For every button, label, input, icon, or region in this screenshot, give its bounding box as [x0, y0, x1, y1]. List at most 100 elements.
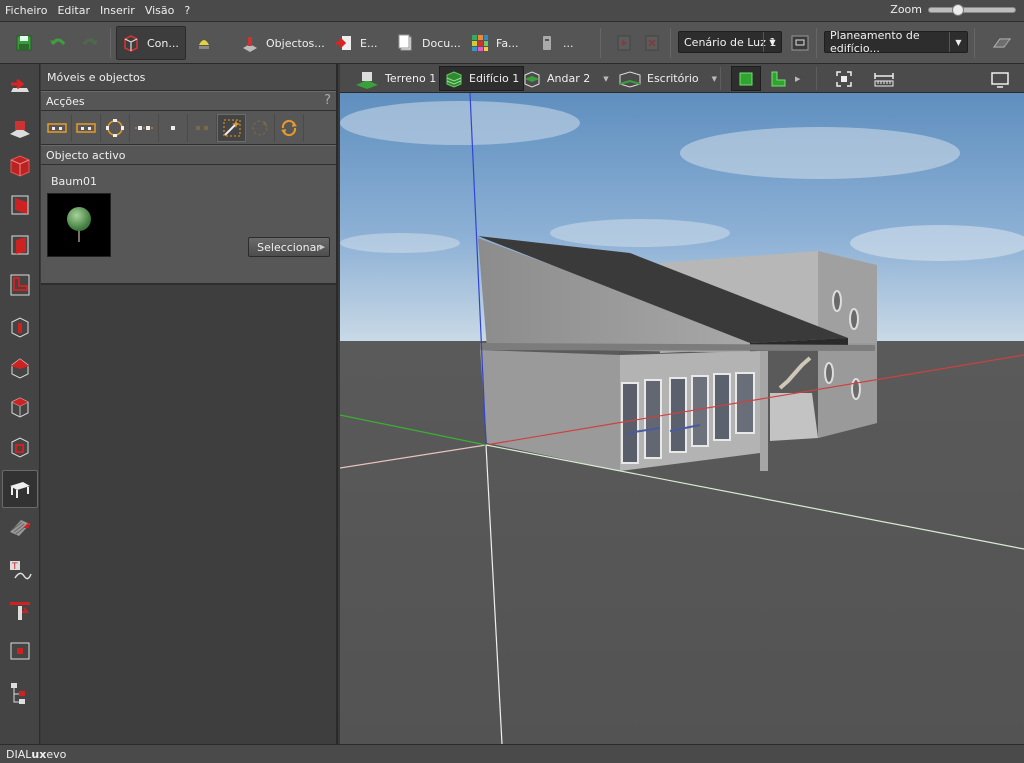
zoom-slider-knob[interactable] [952, 3, 964, 16]
menu-inserir[interactable]: Inserir [95, 4, 140, 17]
export-button[interactable]: E... [330, 26, 381, 60]
construction-cube-icon [124, 35, 138, 52]
light-button[interactable] [190, 26, 218, 60]
chevron-down-icon: ▼ [949, 32, 967, 52]
toolbar-separator [974, 28, 975, 58]
view-separator [720, 67, 721, 90]
luminaire-tool[interactable] [2, 592, 38, 630]
action-place-point[interactable] [159, 113, 188, 142]
action-place-array[interactable] [72, 113, 101, 142]
brand-logo: DIALuxevo [6, 747, 67, 761]
calculation-surface-tool[interactable] [2, 632, 38, 670]
furniture-tool[interactable] [2, 470, 38, 508]
tab-terrain[interactable]: Terreno 1 [350, 66, 440, 91]
ground-tool[interactable] [2, 108, 38, 146]
objects-button[interactable]: Objectos... [236, 26, 329, 60]
chevron-down-icon: ▼ [763, 32, 781, 52]
import-tool[interactable] [2, 68, 38, 106]
chevron-down-icon[interactable]: ▼ [712, 75, 717, 83]
storey-tool[interactable] [2, 308, 38, 346]
fit-screen-icon [836, 70, 852, 87]
construction-mode-button[interactable]: Con... [116, 26, 186, 60]
undo-button[interactable] [44, 26, 72, 60]
actions-toolbar [41, 111, 336, 145]
3d-viewport[interactable] [340, 93, 1024, 744]
terrain-icon [10, 121, 30, 138]
tree-icon [67, 207, 91, 242]
zoom-slider[interactable] [928, 3, 1016, 16]
toolbar-separator [816, 28, 817, 58]
panel-title: Móveis e objectos [41, 64, 336, 91]
action-place-disabled[interactable] [188, 113, 217, 142]
chevron-down-icon[interactable]: ▶ [795, 75, 800, 83]
cloud [680, 127, 960, 179]
text-label-tool[interactable]: T [2, 552, 38, 590]
zoom-control: Zoom [890, 3, 1016, 16]
export-icon [336, 36, 351, 50]
main-toolbar: Con... Objectos... E... Docu... Fa... ..… [0, 22, 1024, 64]
render-start-button[interactable] [610, 26, 638, 60]
material-tool[interactable] [2, 508, 38, 546]
action-rotate[interactable] [275, 113, 304, 142]
solid-view-toggle[interactable] [731, 66, 761, 91]
more-button[interactable]: ... [533, 26, 578, 60]
measure-button[interactable] [868, 66, 900, 91]
help-icon[interactable]: ? [324, 93, 331, 108]
furniture-icon [243, 37, 257, 52]
solid-cube-icon [739, 72, 753, 85]
save-button[interactable] [10, 26, 38, 60]
room-tool[interactable] [2, 266, 38, 304]
action-place-line[interactable] [130, 113, 159, 142]
cloud [850, 225, 1024, 261]
floor-plan-button[interactable] [988, 26, 1016, 60]
planning-mode-dropdown[interactable]: Planeamento de edifício... ▼ [824, 29, 968, 55]
facades-label: Fa... [496, 36, 519, 50]
object-thumbnail [47, 193, 111, 257]
roof-tool[interactable] [2, 348, 38, 386]
lamp-icon [199, 40, 209, 49]
chevron-down-icon[interactable]: ▼ [603, 75, 608, 83]
light-scene-settings-button[interactable] [786, 26, 814, 60]
select-button-label: Seleccionar [257, 240, 321, 254]
ceiling-tool[interactable] [2, 388, 38, 426]
color-grid-icon [472, 35, 488, 51]
documentation-button[interactable]: Docu... [392, 26, 465, 60]
cutout-tool[interactable] [2, 428, 38, 466]
facades-button[interactable]: Fa... [466, 26, 523, 60]
redo-button[interactable] [76, 26, 104, 60]
tab-building[interactable]: Edifício 1 [439, 66, 525, 91]
status-bar: DIALuxevo [0, 744, 1024, 763]
active-object-header-label: Objecto activo [46, 148, 126, 162]
fit-view-button[interactable] [830, 66, 858, 91]
scene-canvas[interactable] [340, 93, 1024, 744]
table-icon [10, 482, 30, 498]
support-column [760, 351, 768, 471]
terrain-label: Terreno 1 [385, 72, 437, 85]
svg-text:T: T [11, 562, 18, 572]
action-place-single[interactable] [43, 113, 72, 142]
select-button[interactable]: Seleccionar ▶ [248, 237, 330, 257]
render-stop-button[interactable] [638, 26, 666, 60]
tab-floor[interactable]: Andar 2 ▼ [518, 66, 613, 91]
actions-section-header: Acções ? [41, 91, 336, 111]
menu-visao[interactable]: Visão [140, 4, 180, 17]
building-tool[interactable] [2, 146, 38, 184]
furniture-objects-panel: Móveis e objectos Acções ? Objecto activ… [41, 64, 338, 744]
light-scene-dropdown[interactable]: Cenário de Luz 1 ▼ [678, 31, 782, 53]
menu-help[interactable]: ? [179, 4, 195, 17]
opening-tool[interactable] [2, 226, 38, 264]
action-place-circular[interactable] [101, 113, 130, 142]
action-magic-wand[interactable] [217, 113, 246, 142]
menu-ficheiro[interactable]: Ficheiro [0, 4, 52, 17]
hierarchy-tool[interactable] [2, 674, 38, 712]
fullscreen-button[interactable] [986, 66, 1014, 91]
tab-room[interactable]: Escritório ▼ [614, 66, 721, 91]
active-object-name: Baum01 [51, 175, 97, 188]
menu-editar[interactable]: Editar [52, 4, 95, 17]
action-rotate-disabled[interactable] [246, 113, 275, 142]
wall-tool[interactable] [2, 186, 38, 224]
floor-view-toggle[interactable]: ▶ [764, 66, 804, 91]
place-single-icon [47, 122, 67, 133]
cloud [340, 233, 460, 253]
cube-icon [11, 397, 29, 418]
